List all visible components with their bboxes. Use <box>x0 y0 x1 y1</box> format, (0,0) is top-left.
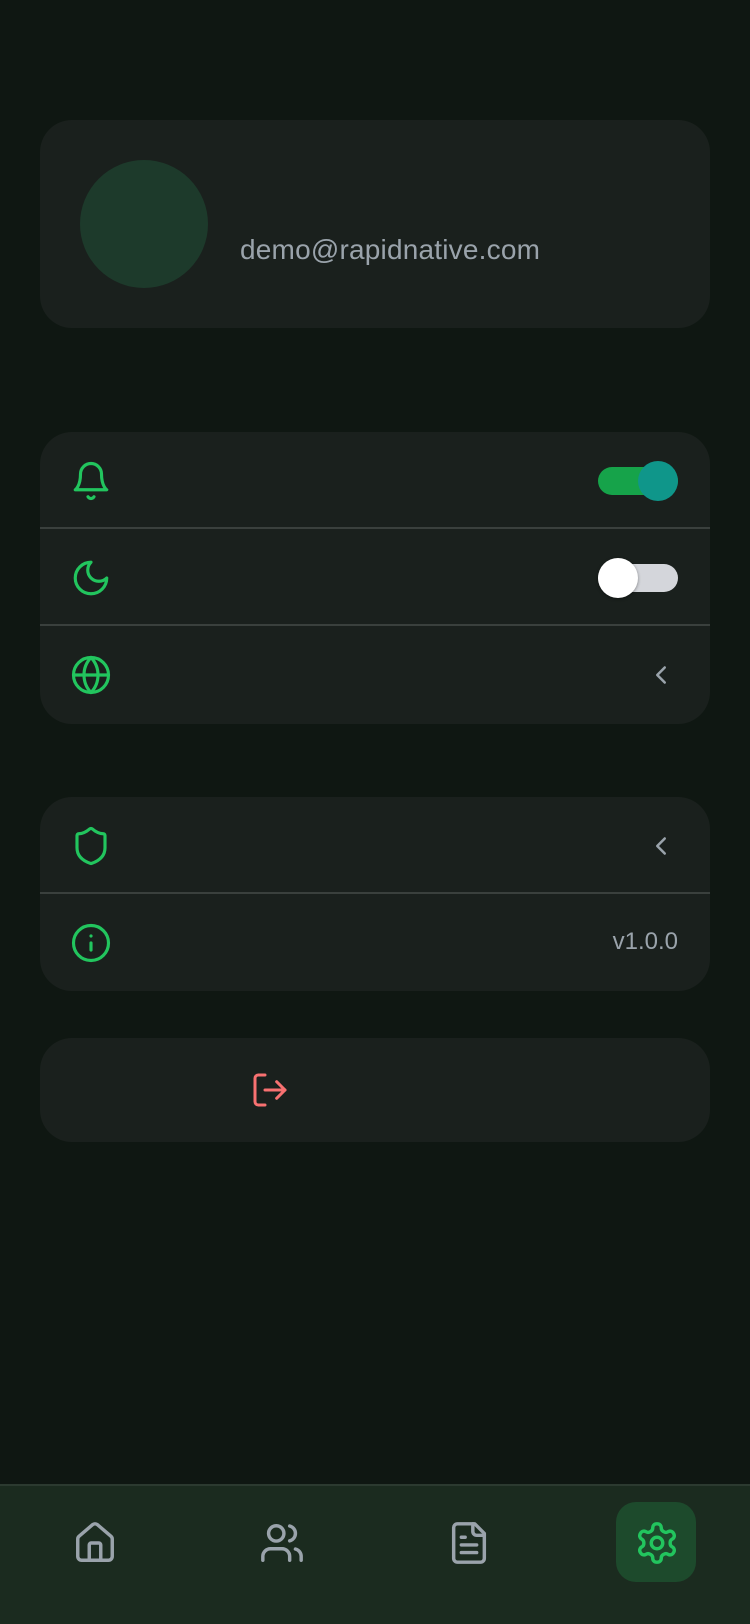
dark-mode-row[interactable] <box>40 529 710 626</box>
toggle-knob <box>598 558 638 598</box>
profile-card[interactable]: demo@rapidnative.com <box>40 120 710 328</box>
app-version: v1.0.0 <box>612 928 678 955</box>
settings-screen: demo@rapidnative.com v1.0.0 <box>0 0 750 1624</box>
chevron-left-icon <box>646 831 676 861</box>
language-row[interactable] <box>40 626 710 723</box>
shield-icon <box>70 825 112 867</box>
tab-home[interactable] <box>54 1502 134 1582</box>
profile-email: demo@rapidnative.com <box>240 234 541 265</box>
about-card: v1.0.0 <box>40 797 710 991</box>
moon-icon <box>70 557 112 599</box>
logout-button[interactable] <box>40 1038 710 1142</box>
bell-icon <box>70 460 112 502</box>
document-icon <box>451 1522 487 1564</box>
tab-users[interactable] <box>241 1502 321 1582</box>
chevron-left-icon <box>646 660 676 690</box>
dark-mode-toggle[interactable] <box>598 558 678 598</box>
tab-settings[interactable] <box>616 1502 696 1582</box>
notifications-row[interactable] <box>40 432 710 529</box>
users-icon <box>261 1524 303 1562</box>
logout-icon <box>250 1070 290 1110</box>
toggle-knob <box>638 461 678 501</box>
avatar[interactable] <box>80 160 208 288</box>
tab-documents[interactable] <box>428 1502 508 1582</box>
globe-icon <box>70 654 112 696</box>
version-row: v1.0.0 <box>40 894 710 991</box>
notifications-toggle[interactable] <box>598 461 678 501</box>
bottom-tab-bar <box>0 1484 750 1624</box>
privacy-row[interactable] <box>40 797 710 894</box>
gear-icon <box>638 1522 676 1564</box>
info-icon <box>70 922 112 964</box>
preferences-card <box>40 432 710 724</box>
home-icon <box>76 1522 114 1562</box>
